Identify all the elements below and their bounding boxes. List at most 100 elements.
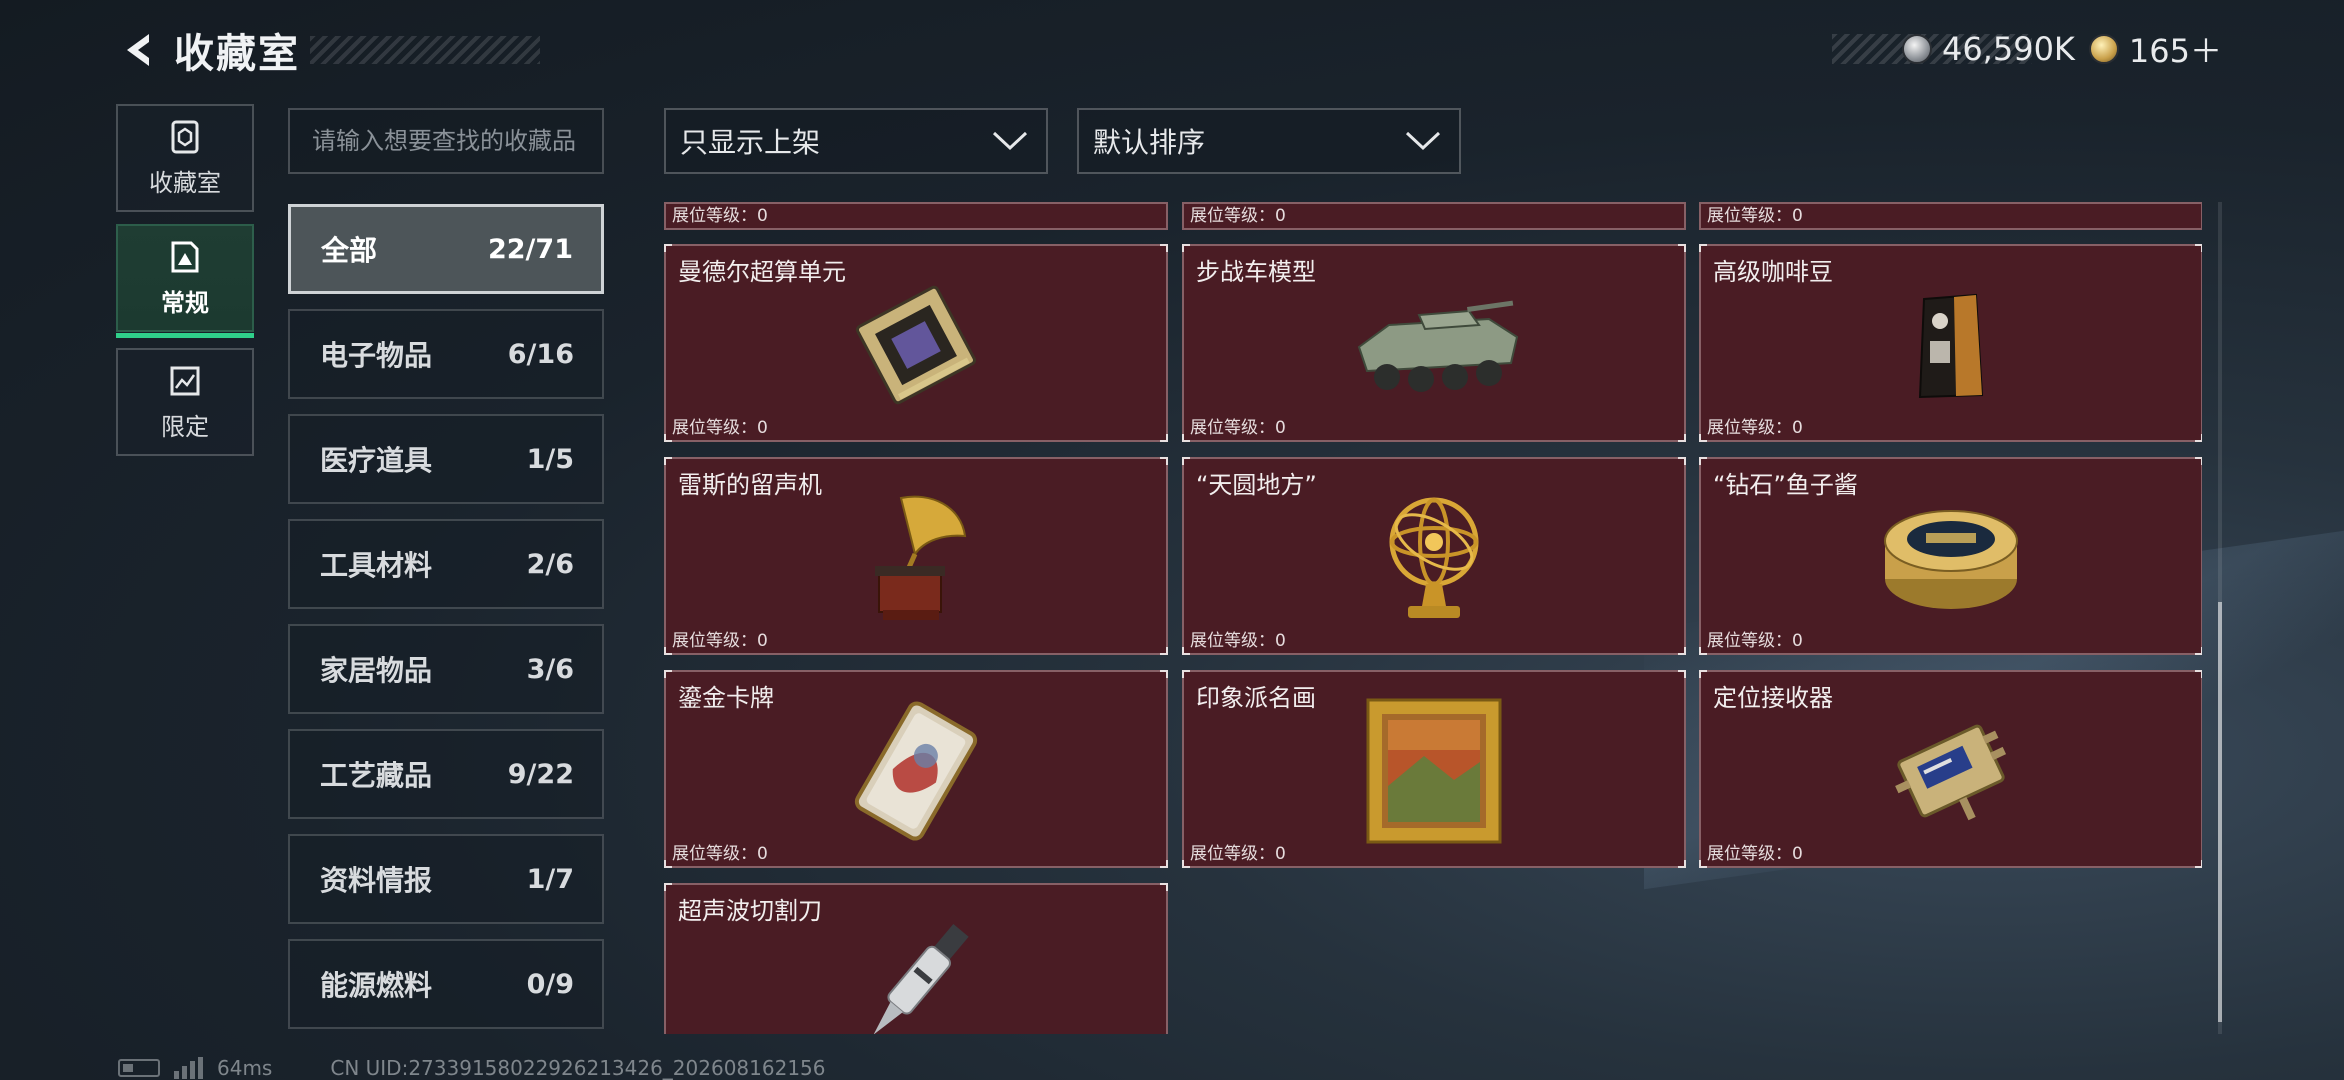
booth-level: 展位等级：0	[672, 844, 768, 864]
booth-level: 展位等级：0	[1190, 631, 1286, 651]
category-name: 能源燃料	[320, 969, 433, 1002]
battery-icon	[118, 1059, 160, 1077]
collectible-card[interactable]: “天圆地方” 展位等级：0	[1182, 457, 1686, 655]
silver-currency: 46,590K	[1901, 30, 2075, 68]
display-filter-dropdown[interactable]: 只显示上架	[664, 108, 1048, 174]
ultrasonic-knife-icon	[821, 911, 1011, 1034]
category-count: 1/7	[526, 863, 574, 895]
category-all[interactable]: 全部 22/71	[288, 204, 604, 294]
booth-level: 展位等级：0	[1707, 631, 1803, 651]
category-name: 工艺藏品	[320, 759, 433, 792]
side-tab-limited[interactable]: 限定	[116, 348, 254, 456]
regular-icon	[171, 241, 199, 272]
collectible-card-partial[interactable]: 展位等级：0	[664, 202, 1168, 230]
collectibles-grid: 展位等级：0 展位等级：0 展位等级：0 曼德尔超算单元 展位等级：0 步战车模…	[662, 202, 2202, 1034]
user-uid: CN UID:27339158022926213426_202608162156	[330, 1056, 826, 1080]
gps-receiver-icon	[1856, 698, 2046, 844]
category-name: 医疗道具	[320, 444, 433, 477]
status-footer: 64ms CN UID:27339158022926213426_2026081…	[118, 1056, 826, 1080]
collectible-card-partial[interactable]: 展位等级：0	[1182, 202, 1686, 230]
booth-level: 展位等级：0	[672, 418, 768, 438]
side-tab-label: 常规	[161, 288, 209, 317]
item-name: 定位接收器	[1713, 684, 1833, 712]
collection-room-icon	[171, 120, 199, 153]
item-name: 步战车模型	[1196, 258, 1316, 286]
collectible-card[interactable]: 曼德尔超算单元 展位等级：0	[664, 244, 1168, 442]
booth-level: 展位等级：0	[1707, 844, 1803, 864]
category-medical[interactable]: 医疗道具 1/5	[288, 414, 604, 504]
gramophone-icon	[821, 485, 1011, 631]
caviar-tin-icon	[1856, 485, 2046, 631]
collectible-card[interactable]: 定位接收器 展位等级：0	[1699, 670, 2202, 868]
page-header: 收藏室	[116, 22, 540, 78]
side-tab-collection-room[interactable]: 收藏室	[116, 104, 254, 212]
category-name: 资料情报	[320, 864, 433, 897]
category-count: 22/71	[487, 233, 573, 265]
collectible-card-partial[interactable]: 展位等级：0	[1699, 202, 2202, 230]
page-title: 收藏室	[174, 31, 300, 77]
item-name: 印象派名画	[1196, 684, 1316, 712]
booth-level: 展位等级：0	[1190, 206, 1286, 226]
category-tools[interactable]: 工具材料 2/6	[288, 519, 604, 609]
ifv-model-icon	[1339, 272, 1529, 418]
category-name: 工具材料	[320, 549, 433, 582]
signal-icon	[174, 1057, 203, 1079]
scrollbar-thumb[interactable]	[2218, 602, 2222, 1022]
collectible-card[interactable]: “钻石”鱼子酱 展位等级：0	[1699, 457, 2202, 655]
category-count: 3/6	[526, 653, 574, 685]
search-input[interactable]	[290, 110, 602, 172]
side-tab-label: 限定	[161, 412, 209, 441]
item-name: “钻石”鱼子酱	[1713, 471, 1858, 499]
sort-dropdown[interactable]: 默认排序	[1077, 108, 1461, 174]
category-name: 全部	[321, 234, 378, 267]
sort-value: 默认排序	[1093, 126, 1206, 159]
booth-level: 展位等级：0	[1190, 418, 1286, 438]
category-count: 2/6	[526, 548, 574, 580]
category-count: 6/16	[507, 338, 574, 370]
ping-value: 64ms	[217, 1056, 273, 1080]
back-button[interactable]	[116, 27, 162, 73]
category-intel[interactable]: 资料情报 1/7	[288, 834, 604, 924]
search-box	[288, 108, 604, 174]
category-count: 1/5	[526, 443, 574, 475]
booth-level: 展位等级：0	[1707, 418, 1803, 438]
cpu-unit-icon	[821, 272, 1011, 418]
category-household[interactable]: 家居物品 3/6	[288, 624, 604, 714]
booth-level: 展位等级：0	[1190, 844, 1286, 864]
gold-currency[interactable]: 165＋	[2088, 26, 2222, 72]
category-count: 9/22	[507, 758, 574, 790]
item-name: “天圆地方”	[1196, 471, 1317, 499]
item-name: 高级咖啡豆	[1713, 258, 1833, 286]
chevron-down-icon	[1405, 131, 1441, 151]
collectible-card[interactable]: 超声波切割刀 展位等级：0	[664, 883, 1168, 1034]
category-electronics[interactable]: 电子物品 6/16	[288, 309, 604, 399]
silver-amount: 46,590K	[1941, 30, 2075, 68]
coffee-bag-icon	[1856, 272, 2046, 418]
armillary-sphere-icon	[1339, 485, 1529, 631]
collectible-card[interactable]: 高级咖啡豆 展位等级：0	[1699, 244, 2202, 442]
gold-coin-icon	[2088, 34, 2119, 64]
gilded-card-icon	[821, 698, 1011, 844]
collectible-card[interactable]: 鎏金卡牌 展位等级：0	[664, 670, 1168, 868]
display-filter-value: 只显示上架	[680, 126, 821, 159]
silver-coin-icon	[1901, 34, 1932, 64]
back-arrow-icon	[127, 34, 149, 66]
collectible-card[interactable]: 印象派名画 展位等级：0	[1182, 670, 1686, 868]
chevron-down-icon	[992, 131, 1028, 151]
category-fuel[interactable]: 能源燃料 0/9	[288, 939, 604, 1029]
side-tab-regular[interactable]: 常规	[116, 224, 254, 338]
category-name: 家居物品	[320, 654, 433, 687]
booth-level: 展位等级：0	[1707, 206, 1803, 226]
collectible-card[interactable]: 步战车模型 展位等级：0	[1182, 244, 1686, 442]
item-name: 雷斯的留声机	[678, 471, 822, 499]
category-crafts[interactable]: 工艺藏品 9/22	[288, 729, 604, 819]
limited-icon	[170, 366, 200, 395]
collectible-card[interactable]: 雷斯的留声机 展位等级：0	[664, 457, 1168, 655]
item-name: 鎏金卡牌	[678, 684, 774, 712]
category-name: 电子物品	[320, 339, 433, 372]
item-name: 超声波切割刀	[678, 897, 822, 925]
booth-level: 展位等级：0	[672, 206, 768, 226]
title-decoration	[310, 36, 540, 64]
grid-scrollbar[interactable]	[2218, 202, 2222, 1034]
booth-level: 展位等级：0	[672, 631, 768, 651]
